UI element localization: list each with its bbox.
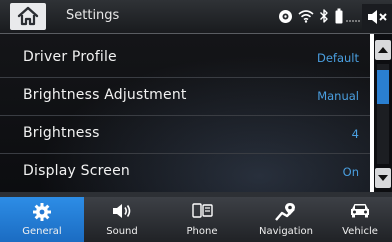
mute-button[interactable] (362, 4, 392, 30)
phone-icon (192, 203, 213, 218)
list-item-value: 4 (351, 127, 359, 141)
list-item-label: Brightness Adjustment (23, 87, 187, 103)
scrollbar[interactable] (374, 34, 392, 192)
scroll-thumb[interactable] (377, 70, 389, 104)
tab-label: Vehicle (342, 226, 378, 237)
tab-vehicle[interactable]: Vehicle (328, 197, 392, 242)
page-title: Settings (66, 8, 120, 23)
home-icon (17, 6, 39, 26)
sirius-icon (279, 10, 292, 23)
home-button[interactable] (10, 3, 46, 30)
mute-icon (368, 10, 387, 24)
speaker-icon (113, 204, 131, 218)
tab-label: Sound (106, 226, 138, 237)
bottom-nav: General Sound Phone Navigation Vehicle (0, 197, 392, 242)
list-item-driver-profile[interactable]: Driver Profile Default (0, 40, 370, 78)
navigation-icon (275, 203, 295, 221)
list-item-label: Brightness (23, 125, 100, 141)
list-item-brightness[interactable]: Brightness 4 (0, 116, 370, 154)
tab-label: General (22, 226, 62, 237)
phone-battery-icon (335, 8, 343, 24)
tab-navigation[interactable]: Navigation (244, 197, 329, 242)
list-item-label: Display Screen (23, 163, 130, 179)
scroll-down-arrow-icon (378, 175, 388, 181)
list-item-value: On (342, 165, 359, 179)
list-item-value: Default (316, 51, 359, 65)
list-item-value: Manual (317, 89, 359, 103)
settings-screen: Settings Driver Profile Default Brightne… (0, 0, 392, 242)
car-icon (351, 204, 369, 218)
scroll-up-button[interactable] (375, 40, 391, 60)
tab-sound[interactable]: Sound (84, 197, 161, 242)
settings-list: Driver Profile Default Brightness Adjust… (0, 34, 370, 192)
list-item-brightness-adjustment[interactable]: Brightness Adjustment Manual (0, 78, 370, 116)
tab-label: Phone (186, 226, 218, 237)
scroll-up-arrow-icon (378, 47, 388, 53)
signal-icon (346, 20, 360, 22)
tab-phone[interactable]: Phone (160, 197, 245, 242)
list-item-display-screen[interactable]: Display Screen On (0, 154, 370, 191)
tab-general[interactable]: General (0, 197, 85, 242)
header-bar: Settings (0, 0, 392, 34)
wifi-icon (298, 10, 314, 23)
gear-icon (33, 203, 51, 221)
tab-label: Navigation (259, 226, 313, 237)
scroll-down-button[interactable] (375, 168, 391, 188)
list-item-label: Driver Profile (23, 49, 117, 65)
bluetooth-icon (320, 9, 328, 23)
